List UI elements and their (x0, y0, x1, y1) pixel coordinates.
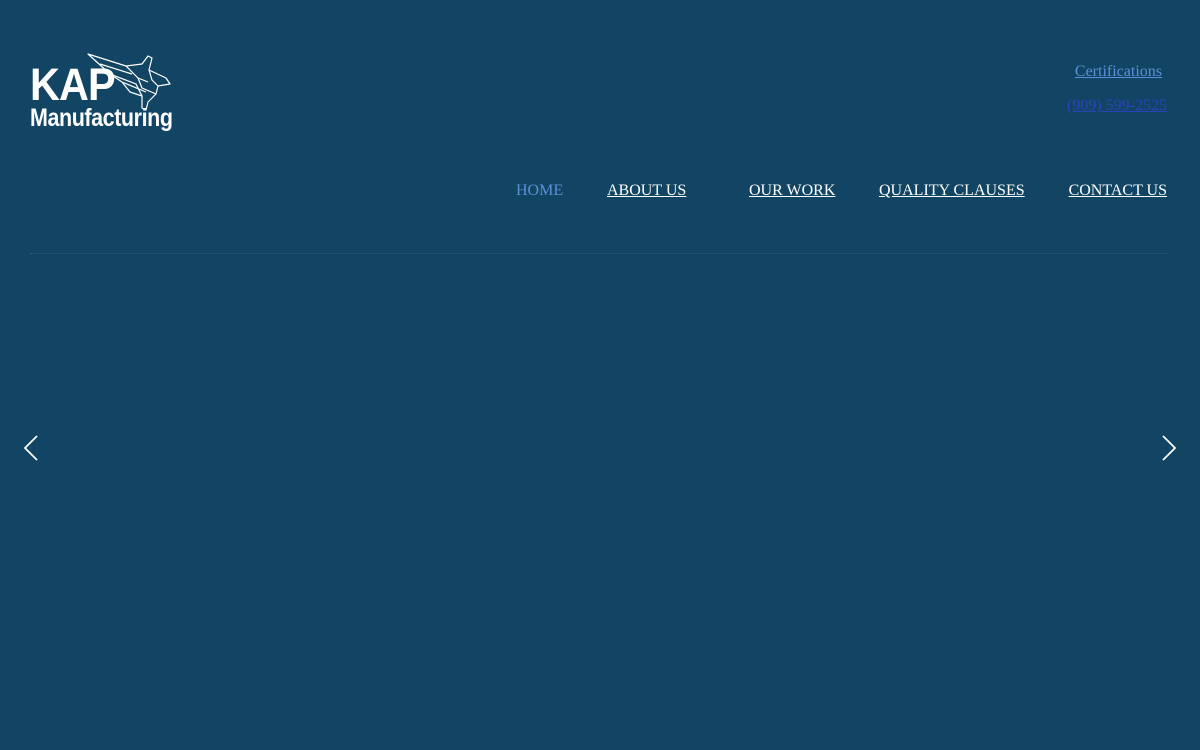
chevron-left-icon (23, 435, 38, 461)
main-nav: HOME ABOUT US OUR WORK QUALITY CLAUSES C… (0, 181, 1200, 203)
site-logo[interactable]: KAP Manufacturing (30, 52, 190, 136)
nav-our-work[interactable]: OUR WORK (749, 181, 835, 201)
logo-kap-text: KAP (30, 59, 116, 110)
nav-home[interactable]: HOME (516, 181, 563, 201)
nav-contact-us[interactable]: CONTACT US (1069, 181, 1167, 201)
nav-quality-clauses[interactable]: QUALITY CLAUSES (879, 181, 1025, 201)
nav-about-us[interactable]: ABOUT US (607, 181, 686, 201)
slider-prev-button[interactable] (19, 434, 43, 462)
phone-link[interactable]: (909) 599-2525 (1067, 96, 1167, 116)
hero-slider (0, 254, 1200, 750)
certifications-link[interactable]: Certifications (1075, 62, 1162, 82)
chevron-right-icon (1162, 435, 1177, 461)
slider-next-button[interactable] (1157, 434, 1181, 462)
logo-manufacturing-text: Manufacturing (30, 104, 173, 132)
page: KAP Manufacturing Certifications (909) 5… (0, 0, 1200, 750)
